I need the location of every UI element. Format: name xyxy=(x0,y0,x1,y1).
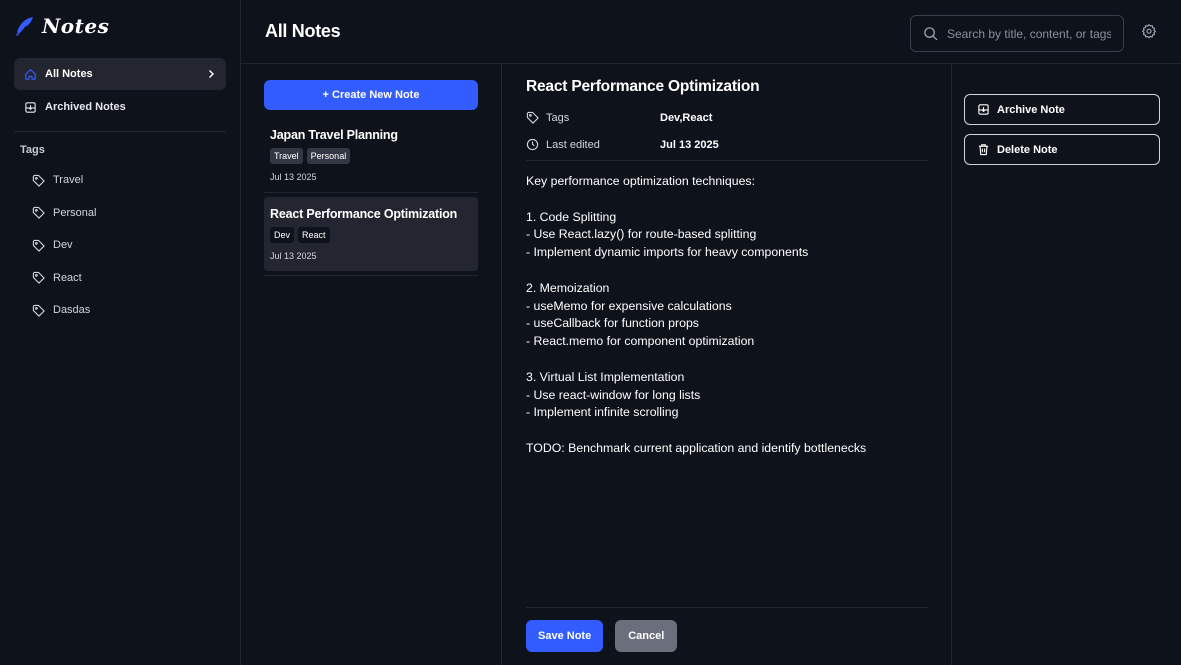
tag-icon xyxy=(32,271,45,285)
nav-archived-notes[interactable]: Archived Notes xyxy=(14,91,226,123)
tags-value[interactable]: Dev,React xyxy=(660,112,712,124)
tag-chip: Travel xyxy=(270,148,303,164)
tag-icon xyxy=(32,239,45,252)
content-line xyxy=(526,191,928,209)
meta-label-text: Tags xyxy=(546,111,570,124)
content-line: - useMemo for expensive calculations xyxy=(526,298,732,313)
content-line: 2. Memoization xyxy=(526,280,610,295)
feather-icon xyxy=(14,15,36,37)
content-line: 1. Code Splitting xyxy=(526,209,617,224)
tag-label: React xyxy=(53,271,82,284)
tags-heading: Tags xyxy=(20,144,45,156)
note-title: React Performance Optimization xyxy=(270,207,458,221)
tag-icon xyxy=(526,111,539,124)
note-date: Jul 13 2025 xyxy=(270,172,317,182)
note-date: Jul 13 2025 xyxy=(270,251,317,261)
note-card-selected[interactable]: React Performance Optimization Dev React… xyxy=(264,197,478,271)
content-line xyxy=(526,351,928,369)
note-title: Japan Travel Planning xyxy=(270,128,398,142)
archive-note-button[interactable]: Archive Note xyxy=(964,94,1160,125)
search-icon xyxy=(923,26,938,41)
sidebar-tag-travel[interactable]: Travel xyxy=(14,164,226,197)
tags-meta-label: Tags xyxy=(526,111,660,124)
content-line: - React.memo for component optimization xyxy=(526,334,755,349)
content-line: 3. Virtual List Implementation xyxy=(526,369,685,384)
last-edited-value: Jul 13 2025 xyxy=(660,138,719,151)
clock-icon xyxy=(526,138,539,151)
note-tags: Dev React xyxy=(270,227,472,243)
sidebar-tag-dasdas[interactable]: Dasdas xyxy=(14,294,226,327)
content-line: - Use React.lazy() for route-based split… xyxy=(526,227,757,242)
chevron-right-icon xyxy=(206,69,216,79)
tag-label: Personal xyxy=(53,206,97,219)
tag-chip: React xyxy=(298,227,330,243)
delete-note-button[interactable]: Delete Note xyxy=(964,134,1160,165)
button-label: Delete Note xyxy=(997,143,1058,156)
tag-label: Dev xyxy=(53,239,73,252)
content-line: TODO: Benchmark current application and … xyxy=(526,440,867,455)
sidebar-divider xyxy=(14,131,226,132)
search-input[interactable] xyxy=(947,26,1111,41)
search-box[interactable] xyxy=(910,15,1124,52)
tag-chip: Personal xyxy=(306,148,351,164)
nav-label: All Notes xyxy=(45,68,93,80)
content-line: - Use react-window for long lists xyxy=(526,387,701,402)
last-edited-meta-label: Last edited xyxy=(526,138,660,151)
tag-chip: Dev xyxy=(270,227,295,243)
trash-icon xyxy=(977,143,990,156)
sidebar-tag-personal[interactable]: Personal xyxy=(14,197,226,230)
sidebar: Notes All Notes Archived Notes Tags Trav… xyxy=(0,0,241,665)
settings-button[interactable] xyxy=(1141,23,1159,41)
gear-icon xyxy=(1141,23,1159,39)
tag-icon xyxy=(32,206,45,220)
note-editor-title[interactable]: React Performance Optimization xyxy=(526,78,927,96)
content-line xyxy=(526,262,928,280)
archive-icon xyxy=(977,103,990,116)
top-header: All Notes xyxy=(241,0,1181,64)
save-note-button[interactable]: Save Note xyxy=(526,620,604,652)
content-line: - Implement infinite scrolling xyxy=(526,405,679,420)
tag-label: Travel xyxy=(53,174,84,187)
tag-label: Dasdas xyxy=(53,304,91,317)
content-line: Key performance optimization techniques: xyxy=(526,174,755,188)
notes-app: Notes All Notes Archived Notes Tags Trav… xyxy=(0,0,1181,665)
content-line: - useCallback for function props xyxy=(526,316,699,331)
app-logo[interactable]: Notes xyxy=(14,14,226,38)
tag-icon xyxy=(32,304,45,317)
editor-footer: Save Note Cancel xyxy=(526,607,928,652)
note-editor: React Performance Optimization Tags Dev,… xyxy=(502,64,952,665)
archive-icon xyxy=(24,101,37,114)
app-name: Notes xyxy=(42,14,110,38)
notes-list: + Create New Note Japan Travel Planning … xyxy=(241,64,502,665)
nav-label: Archived Notes xyxy=(45,101,126,113)
content-line xyxy=(526,422,928,440)
nav-all-notes[interactable]: All Notes xyxy=(14,58,226,90)
note-tags: Travel Personal xyxy=(270,148,472,164)
button-label: Archive Note xyxy=(997,103,1065,116)
cancel-button[interactable]: Cancel xyxy=(615,620,678,652)
note-content[interactable]: Key performance optimization techniques:… xyxy=(526,161,928,458)
last-edited-meta-row: Last edited Jul 13 2025 xyxy=(526,131,927,158)
meta-label-text: Last edited xyxy=(546,138,600,151)
tag-icon xyxy=(32,174,45,187)
list-divider xyxy=(264,275,478,276)
note-card[interactable]: Japan Travel Planning Travel Personal Ju… xyxy=(264,118,478,193)
home-icon xyxy=(24,68,37,81)
tags-meta-row: Tags Dev,React xyxy=(526,104,927,131)
sidebar-tag-react[interactable]: React xyxy=(14,262,226,295)
page-title: All Notes xyxy=(265,21,341,41)
content-line: - Implement dynamic imports for heavy co… xyxy=(526,245,809,260)
note-actions: Archive Note Delete Note xyxy=(964,94,1160,174)
create-note-button[interactable]: + Create New Note xyxy=(264,80,478,110)
sidebar-tag-dev[interactable]: Dev xyxy=(14,229,226,262)
